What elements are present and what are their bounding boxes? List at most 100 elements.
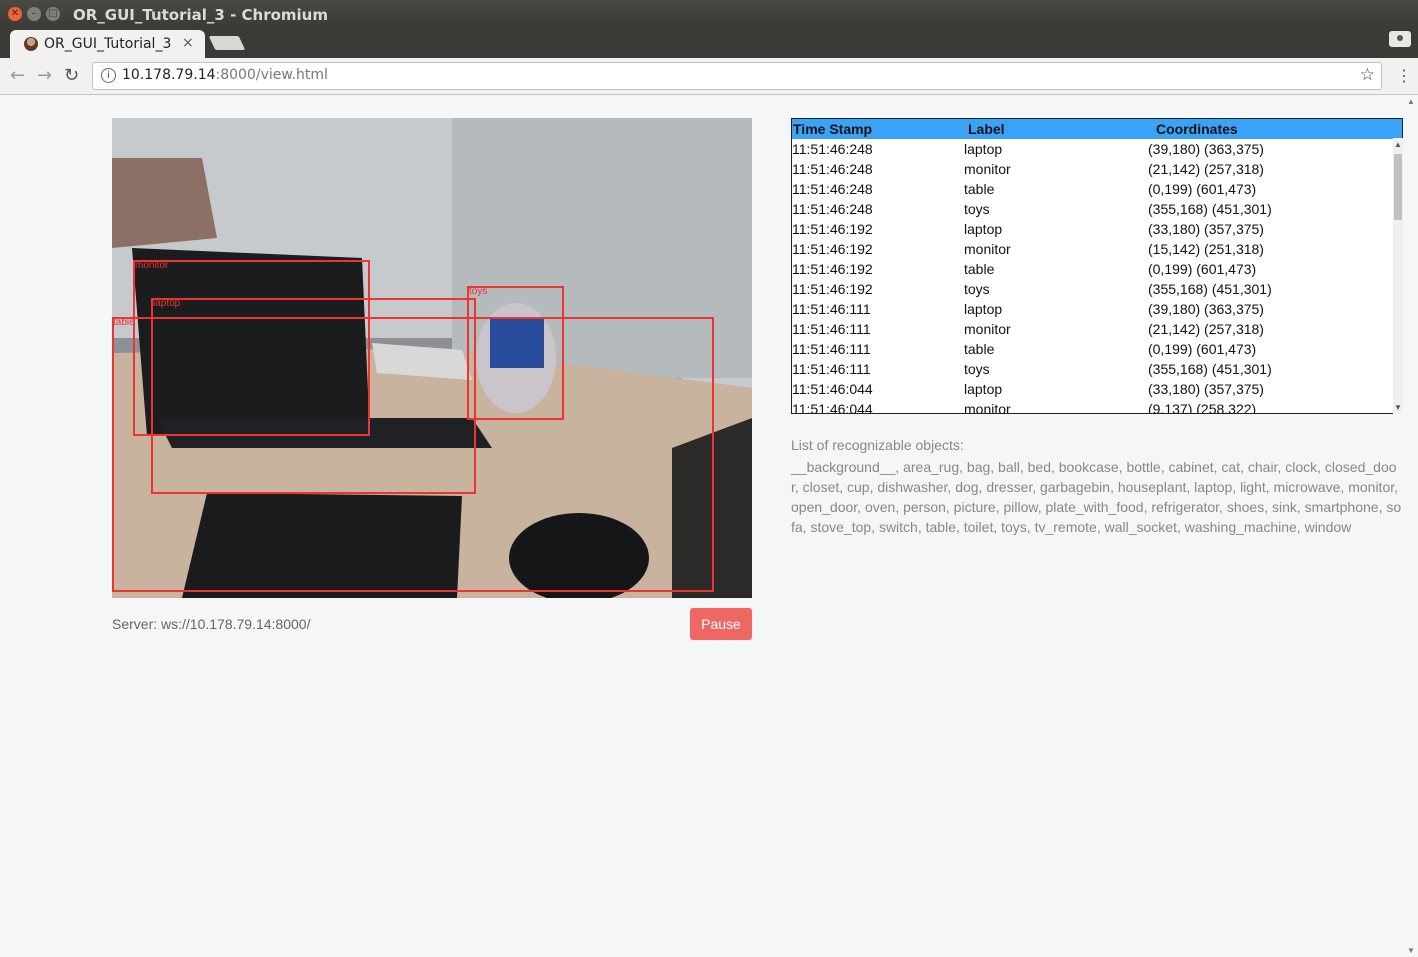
window-title: OR_GUI_Tutorial_3 - Chromium xyxy=(73,6,328,24)
cell-timestamp: 11:51:46:111 xyxy=(792,361,871,377)
bbox-label-laptop: laptop xyxy=(153,298,181,309)
cell-timestamp: 11:51:46:248 xyxy=(792,161,873,177)
bookmark-star-icon[interactable]: ☆ xyxy=(1360,65,1375,85)
profile-icon[interactable] xyxy=(1389,31,1411,47)
table-row: 11:51:46:111 table (0,199) (601,473) xyxy=(792,339,1392,359)
window-minimize-button[interactable]: – xyxy=(27,7,41,21)
page-scrollbar[interactable]: ▲ ▼ xyxy=(1403,95,1418,957)
pause-button[interactable]: Pause xyxy=(690,608,752,640)
scroll-up-arrow-icon[interactable]: ▲ xyxy=(1407,97,1415,106)
table-row: 11:51:46:111 laptop (39,180) (363,375) xyxy=(792,299,1392,319)
table-row: 11:51:46:248 laptop (39,180) (363,375) xyxy=(792,139,1392,159)
reload-icon[interactable]: ↻ xyxy=(64,65,79,86)
cell-coordinates: (21,142) (257,318) xyxy=(1148,161,1264,177)
tab-strip: OR_GUI_Tutorial_3 × xyxy=(0,28,1418,58)
cell-label: monitor xyxy=(964,161,1011,177)
table-row: 11:51:46:192 laptop (33,180) (357,375) xyxy=(792,219,1392,239)
address-bar[interactable]: i 10.178.79.14:8000/view.html ☆ xyxy=(92,62,1382,90)
cell-timestamp: 11:51:46:111 xyxy=(792,321,871,337)
cell-label: monitor xyxy=(964,241,1011,257)
cell-coordinates: (0,199) (601,473) xyxy=(1148,261,1257,277)
cell-coordinates: (355,168) (451,301) xyxy=(1148,281,1272,297)
header-coordinates: Coordinates xyxy=(1156,121,1238,137)
cell-timestamp: 11:51:46:044 xyxy=(792,381,873,397)
tab-close-icon[interactable]: × xyxy=(182,35,194,51)
cell-timestamp: 11:51:46:044 xyxy=(792,401,873,414)
cell-coordinates: (39,180) (363,375) xyxy=(1148,141,1264,157)
cell-label: monitor xyxy=(964,321,1011,337)
objects-list: __background__, area_rug, bag, ball, bed… xyxy=(791,459,1402,535)
url-text[interactable]: 10.178.79.14:8000/view.html xyxy=(122,67,328,83)
title-bar: ✕ – □ OR_GUI_Tutorial_3 - Chromium xyxy=(0,0,1418,28)
cell-timestamp: 11:51:46:192 xyxy=(792,221,873,237)
cell-coordinates: (21,142) (257,318) xyxy=(1148,321,1264,337)
table-scroll-thumb[interactable] xyxy=(1394,154,1402,220)
cell-label: monitor xyxy=(964,401,1011,414)
table-scroll-down-icon[interactable]: ▼ xyxy=(1394,403,1402,412)
menu-kebab-icon[interactable]: ⋮ xyxy=(1396,66,1412,85)
cell-timestamp: 11:51:46:192 xyxy=(792,281,873,297)
table-scrollbar[interactable]: ▲ ▼ xyxy=(1393,138,1403,414)
cell-coordinates: (0,199) (601,473) xyxy=(1148,181,1257,197)
table-row: 11:51:46:248 monitor (21,142) (257,318) xyxy=(792,159,1392,179)
browser-toolbar: ← → ↻ i 10.178.79.14:8000/view.html ☆ ⋮ xyxy=(0,58,1418,95)
info-icon[interactable]: i xyxy=(101,68,116,83)
tab-or-gui[interactable]: OR_GUI_Tutorial_3 × xyxy=(10,30,205,58)
table-row: 11:51:46:192 table (0,199) (601,473) xyxy=(792,259,1392,279)
table-row: 11:51:46:044 laptop (33,180) (357,375) xyxy=(792,379,1392,399)
cell-label: table xyxy=(964,181,995,197)
back-arrow-icon[interactable]: ← xyxy=(10,65,25,86)
tab-label: OR_GUI_Tutorial_3 xyxy=(44,36,172,52)
cell-label: toys xyxy=(964,361,990,377)
new-tab-button[interactable] xyxy=(208,36,246,50)
window-maximize-button[interactable]: □ xyxy=(46,7,60,21)
cell-label: laptop xyxy=(964,301,1003,317)
cell-label: toys xyxy=(964,201,990,217)
table-header: Time Stamp Label Coordinates xyxy=(792,119,1402,139)
cell-coordinates: (39,180) (363,375) xyxy=(1148,301,1264,317)
cell-label: laptop xyxy=(964,381,1003,397)
url-host: 10.178.79.14 xyxy=(122,67,216,83)
table-row: 11:51:46:248 table (0,199) (601,473) xyxy=(792,179,1392,199)
video-feed: monitor laptop table toys xyxy=(112,118,752,598)
window-close-button[interactable]: ✕ xyxy=(8,7,22,21)
cell-timestamp: 11:51:46:111 xyxy=(792,341,871,357)
cell-timestamp: 11:51:46:192 xyxy=(792,241,873,257)
cell-label: table xyxy=(964,341,995,357)
cell-label: toys xyxy=(964,281,990,297)
cell-coordinates: (15,142) (251,318) xyxy=(1148,241,1264,257)
header-timestamp: Time Stamp xyxy=(793,121,873,137)
table-row: 11:51:46:044 monitor (9,137) (258,322) xyxy=(792,399,1392,414)
table-row: 11:51:46:248 toys (355,168) (451,301) xyxy=(792,199,1392,219)
table-row: 11:51:46:111 monitor (21,142) (257,318) xyxy=(792,319,1392,339)
bbox-toys xyxy=(467,286,564,420)
cell-coordinates: (9,137) (258,322) xyxy=(1148,401,1257,414)
bbox-table xyxy=(112,317,714,592)
url-path: :8000/view.html xyxy=(215,67,328,83)
cell-coordinates: (355,168) (451,301) xyxy=(1148,201,1272,217)
cell-timestamp: 11:51:46:248 xyxy=(792,181,873,197)
detections-table[interactable]: Time Stamp Label Coordinates 11:51:46:24… xyxy=(791,118,1403,414)
table-row: 11:51:46:192 monitor (15,142) (251,318) xyxy=(792,239,1392,259)
table-row: 11:51:46:111 toys (355,168) (451,301) xyxy=(792,359,1392,379)
favicon-icon xyxy=(24,37,38,51)
cell-label: laptop xyxy=(964,221,1003,237)
cell-label: table xyxy=(964,261,995,277)
objects-title: List of recognizable objects: xyxy=(791,437,964,453)
cell-timestamp: 11:51:46:192 xyxy=(792,261,873,277)
bbox-label-toys: toys xyxy=(469,286,488,297)
cell-coordinates: (33,180) (357,375) xyxy=(1148,221,1264,237)
header-label: Label xyxy=(968,121,1005,137)
bbox-label-table: table xyxy=(113,317,135,328)
cell-timestamp: 11:51:46:111 xyxy=(792,301,871,317)
table-row: 11:51:46:192 toys (355,168) (451,301) xyxy=(792,279,1392,299)
bbox-label-monitor: monitor xyxy=(135,260,169,271)
cell-timestamp: 11:51:46:248 xyxy=(792,141,873,157)
scroll-down-arrow-icon[interactable]: ▼ xyxy=(1407,946,1415,955)
table-scroll-up-icon[interactable]: ▲ xyxy=(1394,140,1402,149)
forward-arrow-icon[interactable]: → xyxy=(37,65,52,86)
cell-coordinates: (33,180) (357,375) xyxy=(1148,381,1264,397)
cell-coordinates: (355,168) (451,301) xyxy=(1148,361,1272,377)
cell-label: laptop xyxy=(964,141,1003,157)
server-status: Server: ws://10.178.79.14:8000/ xyxy=(112,616,311,632)
